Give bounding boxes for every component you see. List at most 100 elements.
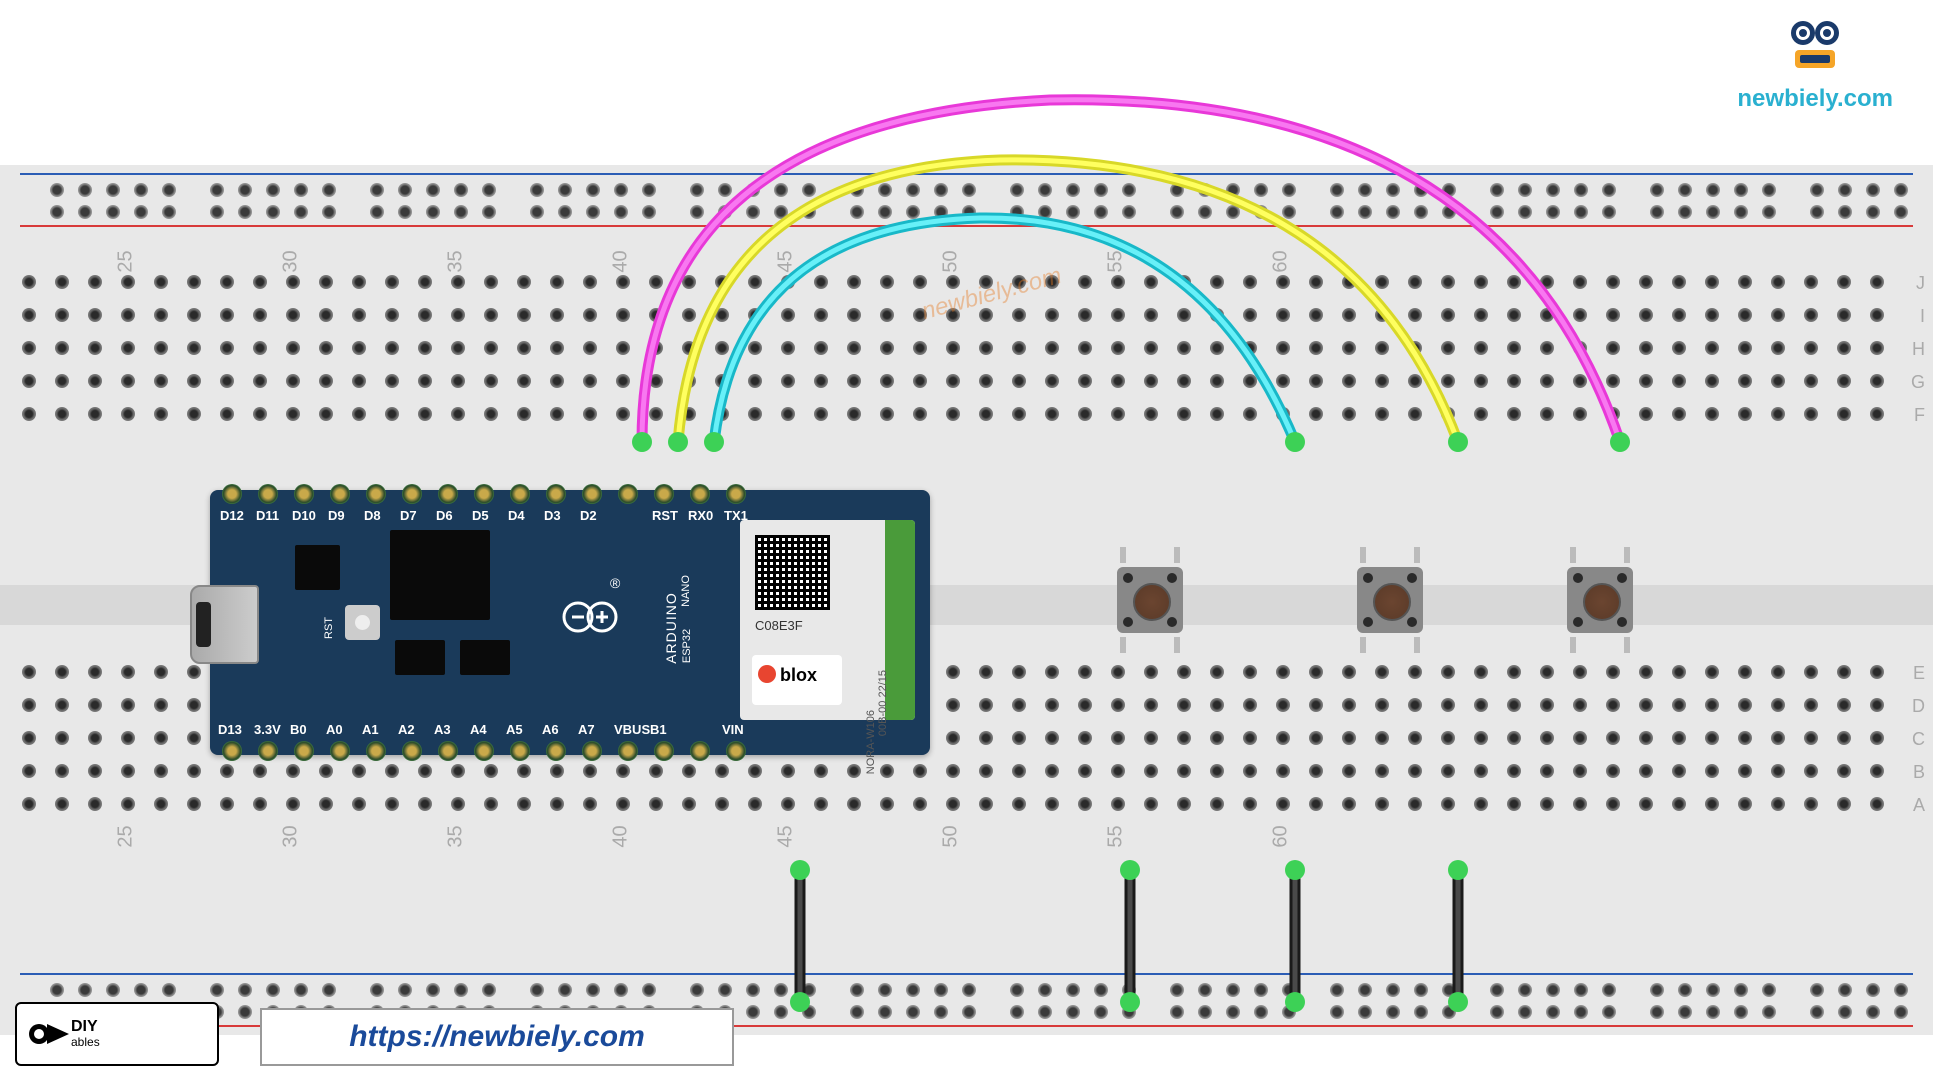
breadboard-hole: [352, 308, 366, 322]
rst-label: RST: [323, 617, 335, 639]
breadboard-hole: [322, 983, 336, 997]
breadboard-hole: [1678, 983, 1692, 997]
breadboard-hole: [1738, 731, 1752, 745]
breadboard-hole: [398, 983, 412, 997]
breadboard-hole: [1342, 731, 1356, 745]
breadboard-hole: [1414, 983, 1428, 997]
breadboard-hole: [850, 1005, 864, 1019]
breadboard-hole: [649, 308, 663, 322]
breadboard-hole: [1639, 308, 1653, 322]
breadboard-hole: [187, 797, 201, 811]
breadboard-hole: [1408, 407, 1422, 421]
pin-label-B0: B0: [290, 722, 307, 737]
breadboard-hole: [454, 183, 468, 197]
breadboard-hole: [1198, 205, 1212, 219]
breadboard-hole: [1358, 983, 1372, 997]
breadboard-hole: [1546, 183, 1560, 197]
breadboard-hole: [1414, 183, 1428, 197]
breadboard-hole: [1012, 797, 1026, 811]
breadboard-hole: [1837, 764, 1851, 778]
breadboard-hole: [1330, 183, 1344, 197]
pin-header: [690, 484, 710, 504]
breadboard-hole: [1639, 665, 1653, 679]
breadboard-hole: [1573, 764, 1587, 778]
breadboard-hole: [1639, 374, 1653, 388]
breadboard-hole: [322, 205, 336, 219]
breadboard-hole: [715, 374, 729, 388]
breadboard-hole: [1144, 374, 1158, 388]
pin-label-A1: A1: [362, 722, 379, 737]
breadboard-hole: [962, 983, 976, 997]
col-label: 55: [1105, 250, 1128, 272]
breadboard-hole: [682, 374, 696, 388]
pin-label-VBUS: VBUS: [614, 722, 650, 737]
breadboard-hole: [1342, 341, 1356, 355]
breadboard-hole: [451, 275, 465, 289]
breadboard-hole: [1771, 764, 1785, 778]
breadboard-hole: [649, 407, 663, 421]
breadboard-hole: [748, 797, 762, 811]
breadboard-hole: [187, 764, 201, 778]
breadboard-hole: [774, 205, 788, 219]
breadboard-hole: [426, 983, 440, 997]
breadboard-hole: [1408, 374, 1422, 388]
breadboard-hole: [319, 764, 333, 778]
breadboard-hole: [286, 341, 300, 355]
breadboard-hole: [121, 407, 135, 421]
pin-header: [726, 741, 746, 761]
module-side-1: 00B-00 22/15: [877, 670, 889, 736]
breadboard-hole: [1540, 308, 1554, 322]
breadboard-hole: [1804, 797, 1818, 811]
diyables-logo: DIY ables: [15, 1002, 219, 1066]
col-label: 40: [610, 825, 633, 847]
breadboard-hole: [1144, 407, 1158, 421]
breadboard-hole: [682, 764, 696, 778]
breadboard-hole: [550, 764, 564, 778]
breadboard-hole: [484, 764, 498, 778]
breadboard-hole: [1705, 797, 1719, 811]
breadboard-hole: [1442, 1005, 1456, 1019]
breadboard-hole: [1066, 983, 1080, 997]
breadboard-hole: [847, 275, 861, 289]
breadboard-hole: [1546, 205, 1560, 219]
breadboard-hole: [1540, 665, 1554, 679]
breadboard-hole: [220, 764, 234, 778]
breadboard-hole: [1672, 797, 1686, 811]
col-label: 50: [940, 825, 963, 847]
breadboard-hole: [1375, 698, 1389, 712]
breadboard-hole: [847, 374, 861, 388]
breadboard-hole: [50, 983, 64, 997]
breadboard-hole: [1705, 764, 1719, 778]
breadboard-hole: [187, 731, 201, 745]
breadboard-hole: [1573, 698, 1587, 712]
breadboard-hole: [1705, 275, 1719, 289]
breadboard-hole: [748, 764, 762, 778]
breadboard-hole: [1672, 308, 1686, 322]
breadboard-hole: [517, 308, 531, 322]
breadboard-hole: [1210, 308, 1224, 322]
breadboard-hole: [451, 764, 465, 778]
breadboard-hole: [1870, 341, 1884, 355]
row-label: C: [1912, 729, 1925, 750]
breadboard-hole: [1170, 205, 1184, 219]
breadboard-hole: [484, 797, 498, 811]
pin-label-A7: A7: [578, 722, 595, 737]
breadboard-hole: [451, 341, 465, 355]
breadboard-hole: [1804, 374, 1818, 388]
breadboard-hole: [88, 407, 102, 421]
breadboard-hole: [1122, 983, 1136, 997]
breadboard-hole: [22, 341, 36, 355]
breadboard-hole: [1650, 983, 1664, 997]
pin-label-B1: B1: [650, 722, 667, 737]
breadboard-hole: [1342, 407, 1356, 421]
breadboard-hole: [774, 983, 788, 997]
breadboard-hole: [1474, 407, 1488, 421]
pin-label-A4: A4: [470, 722, 487, 737]
breadboard-hole: [1111, 308, 1125, 322]
breadboard-hole: [134, 183, 148, 197]
breadboard-hole: [517, 797, 531, 811]
breadboard-hole: [1442, 205, 1456, 219]
breadboard-hole: [1177, 341, 1191, 355]
breadboard-hole: [1540, 764, 1554, 778]
breadboard-hole: [1507, 308, 1521, 322]
